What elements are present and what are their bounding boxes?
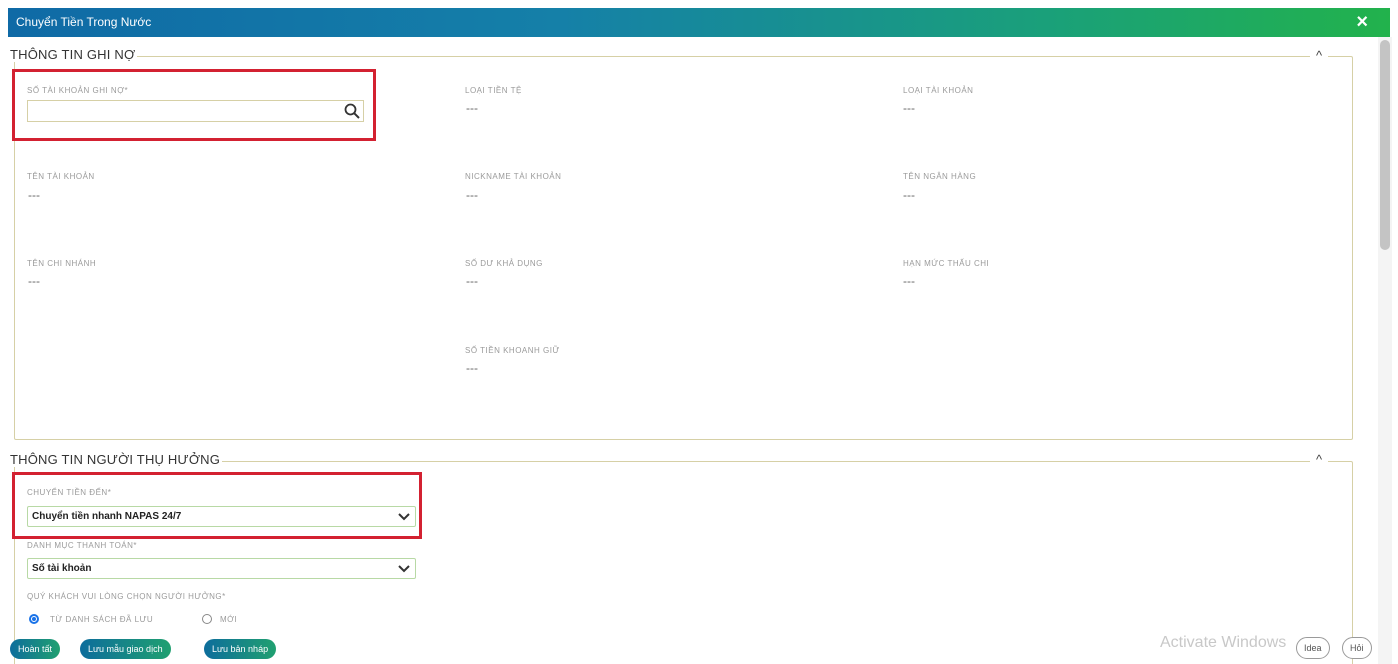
radio-saved-list-label: TỪ DANH SÁCH ĐÃ LƯU — [50, 615, 154, 624]
overdraft-limit-value: --- — [903, 274, 915, 288]
chevron-down-icon — [398, 513, 410, 521]
account-name-label: TÊN TÀI KHOẢN — [27, 172, 95, 181]
payment-category-selected: Số tài khoản — [32, 563, 92, 574]
ask-pill-button[interactable]: Hỏi — [1342, 637, 1372, 659]
branch-name-value: --- — [28, 274, 40, 288]
transfer-to-label: CHUYỂN TIỀN ĐẾN* — [27, 488, 112, 497]
account-number-label: SỐ TÀI KHOẢN GHI NỢ* — [27, 86, 129, 95]
currency-label: LOẠI TIỀN TỆ — [465, 86, 522, 95]
window-title: Chuyển Tiền Trong Nước — [16, 15, 152, 29]
account-number-input[interactable] — [27, 100, 364, 122]
currency-value: --- — [466, 101, 478, 115]
chevron-down-icon — [398, 565, 410, 573]
transfer-to-select[interactable]: Chuyển tiền nhanh NAPAS 24/7 — [27, 506, 416, 527]
activate-windows-watermark: Activate Windows — [1160, 634, 1287, 651]
available-balance-label: SỐ DƯ KHẢ DỤNG — [465, 259, 543, 268]
nickname-label: NICKNAME TÀI KHOẢN — [465, 172, 562, 181]
scrollbar-thumb[interactable] — [1380, 40, 1390, 250]
choose-beneficiary-label: QUÝ KHÁCH VUI LÒNG CHỌN NGƯỜI HƯỞNG* — [27, 592, 226, 601]
save-draft-button[interactable]: Lưu bản nháp — [204, 639, 277, 659]
beneficiary-section-legend: THÔNG TIN NGƯỜI THỤ HƯỞNG — [10, 452, 223, 467]
available-balance-value: --- — [466, 274, 478, 288]
window-titlebar: Chuyển Tiền Trong Nước × — [8, 8, 1390, 37]
payment-category-label: DANH MỤC THANH TOÁN* — [27, 541, 138, 550]
branch-name-label: TÊN CHI NHÁNH — [27, 259, 97, 268]
radio-new[interactable] — [202, 614, 212, 624]
account-type-label: LOẠI TÀI KHOẢN — [903, 86, 974, 95]
idea-pill-button[interactable]: Idea — [1296, 637, 1330, 659]
payment-category-select[interactable]: Số tài khoản — [27, 558, 416, 579]
debit-section-collapse-icon[interactable]: ^ — [1310, 48, 1329, 63]
held-amount-label: SỐ TIỀN KHOANH GIỮ — [465, 346, 560, 355]
search-icon[interactable] — [343, 102, 361, 120]
held-amount-value: --- — [466, 361, 478, 375]
transfer-to-selected: Chuyển tiền nhanh NAPAS 24/7 — [32, 511, 182, 522]
overdraft-limit-label: HẠN MỨC THẤU CHI — [903, 259, 990, 268]
beneficiary-section-collapse-icon[interactable]: ^ — [1310, 452, 1329, 467]
save-template-button[interactable]: Lưu mẫu giao dịch — [80, 639, 171, 659]
account-name-value: --- — [28, 188, 40, 202]
bank-name-label: TÊN NGÂN HÀNG — [903, 172, 977, 181]
account-type-value: --- — [903, 101, 915, 115]
radio-new-label: MỚI — [220, 615, 238, 624]
close-icon[interactable]: × — [1356, 11, 1368, 34]
bank-name-value: --- — [903, 188, 915, 202]
nickname-value: --- — [466, 188, 478, 202]
debit-section-legend: THÔNG TIN GHI NỢ — [10, 47, 138, 62]
radio-saved-list[interactable] — [29, 614, 39, 624]
finish-button[interactable]: Hoàn tất — [10, 639, 61, 659]
